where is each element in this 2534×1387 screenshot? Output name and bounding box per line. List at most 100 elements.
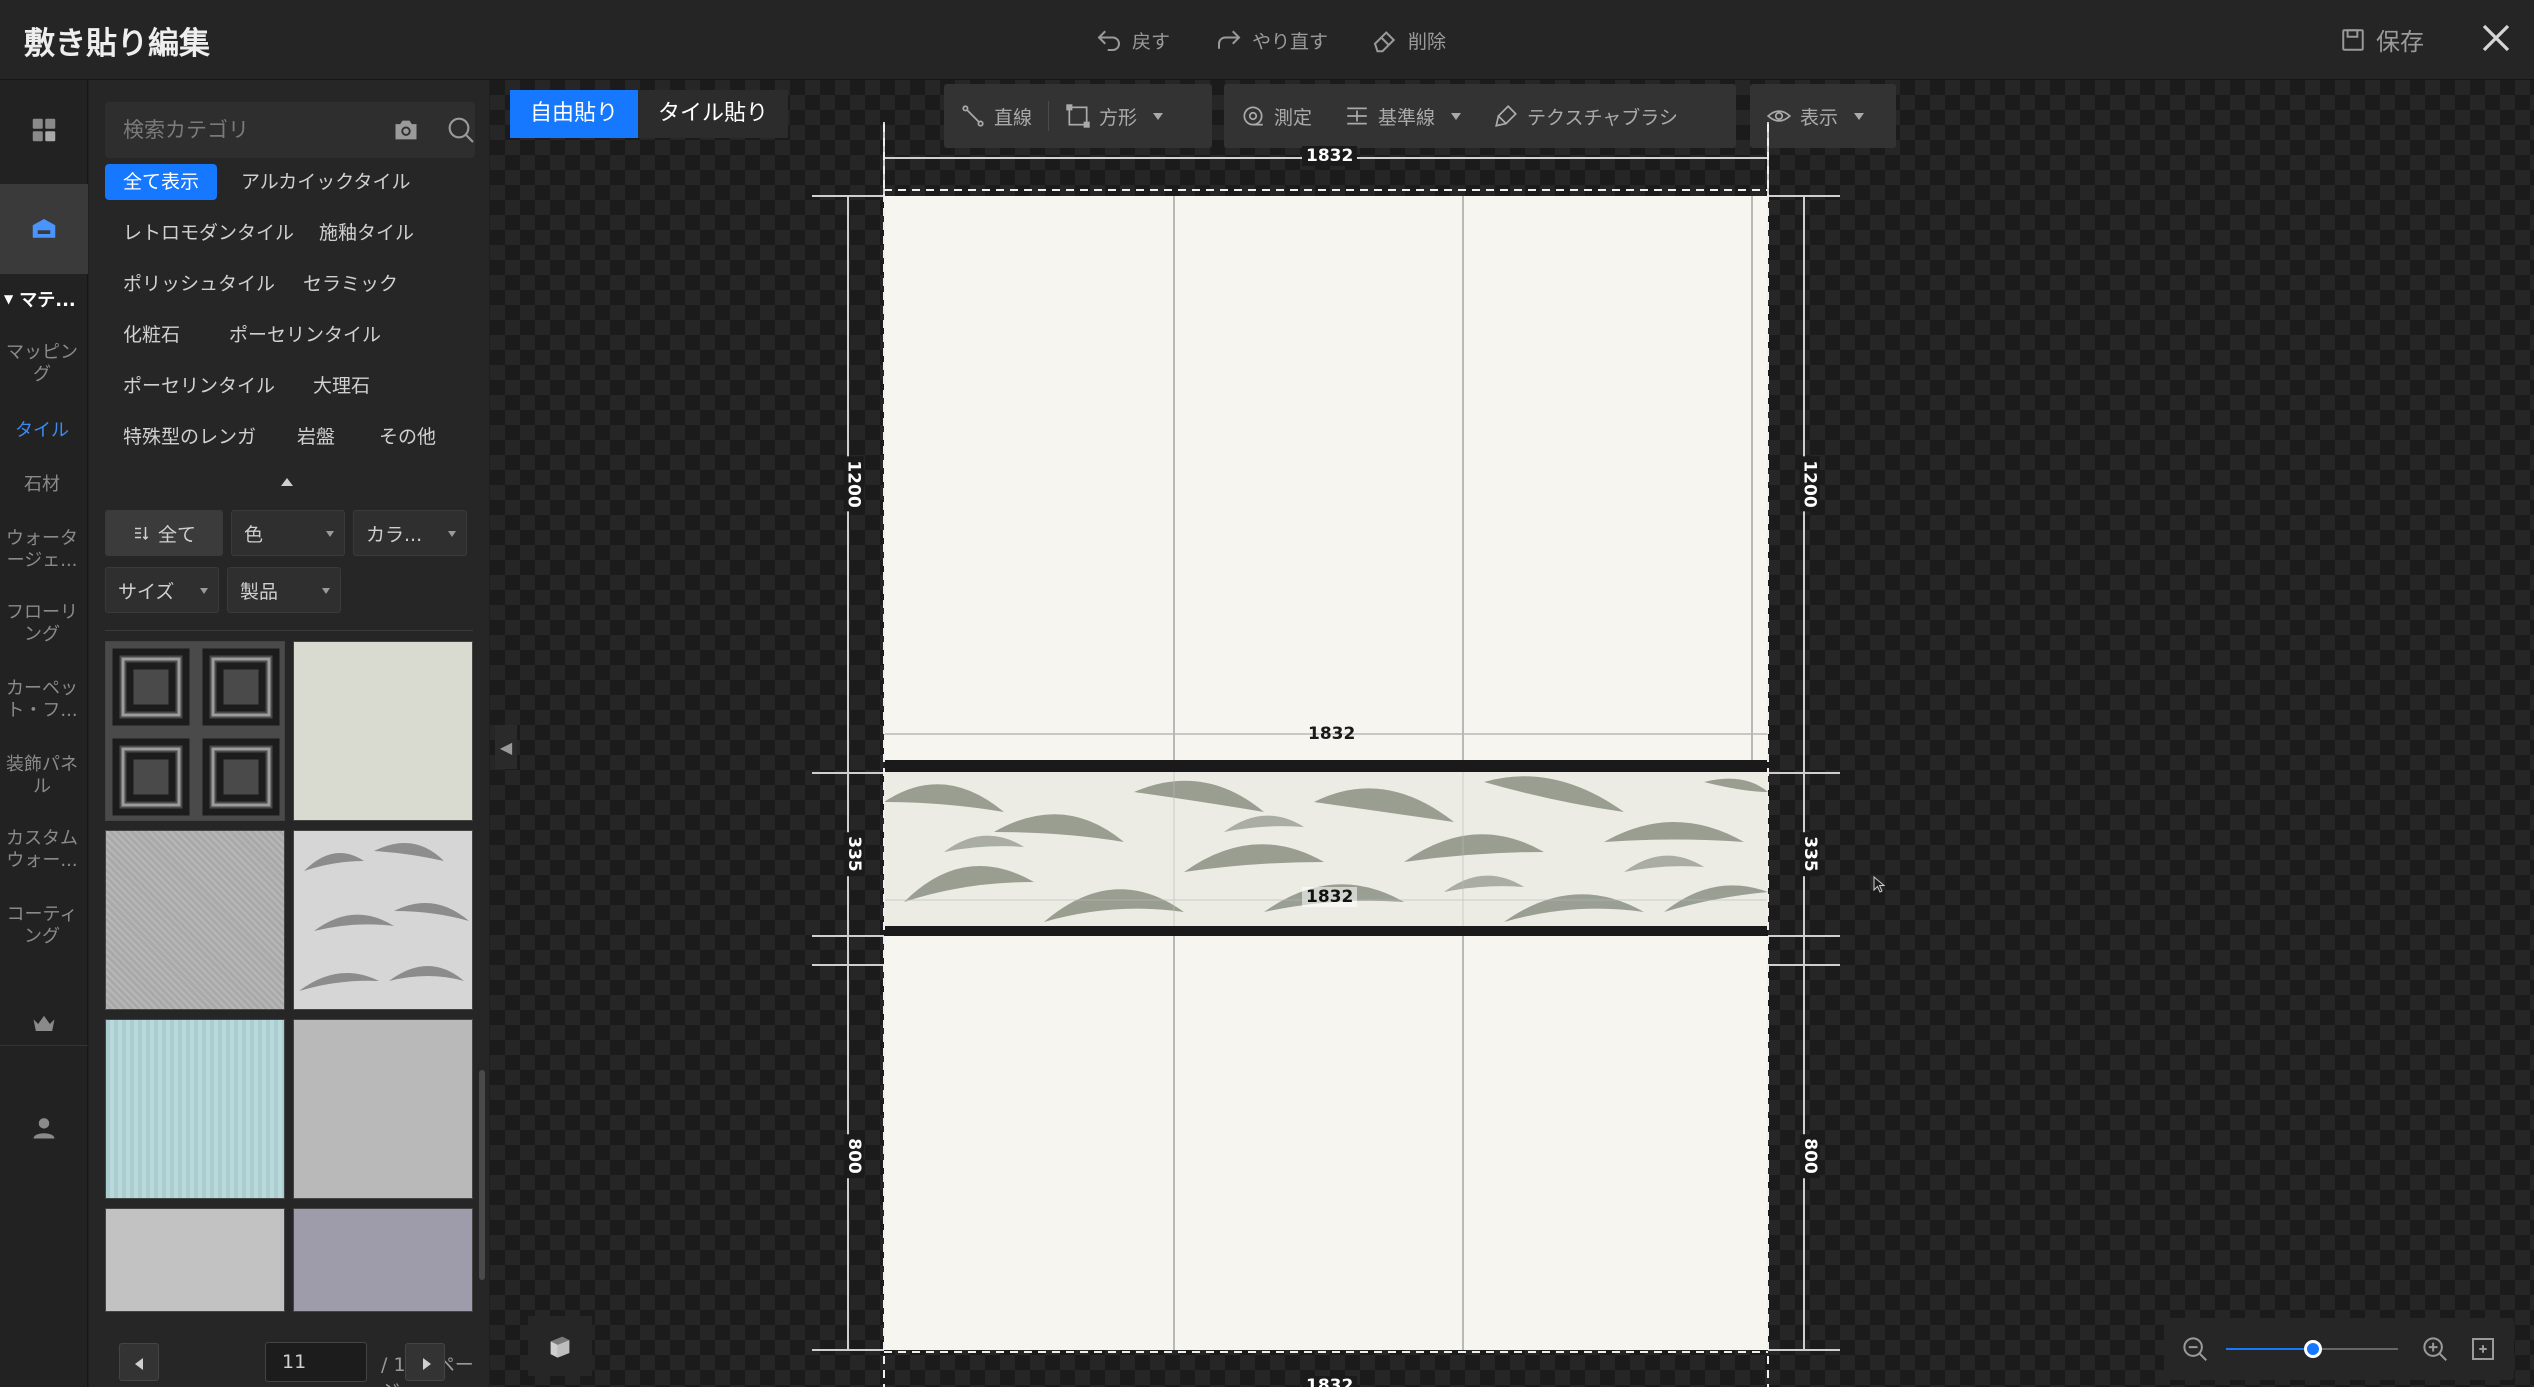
line-tool[interactable]: 直線 <box>944 84 1048 148</box>
user-icon[interactable] <box>20 1104 68 1152</box>
category-chip[interactable]: 化粧石 <box>105 317 198 353</box>
category-chip[interactable]: 特殊型のレンガ <box>105 419 274 455</box>
eye-icon <box>1766 110 1792 122</box>
material-thumbnail[interactable] <box>105 1019 285 1199</box>
chevron-down-icon <box>1854 112 1865 120</box>
zoom-control <box>2164 1318 2514 1380</box>
rect-tool-label: 方形 <box>1099 106 1138 129</box>
zoom-out-icon[interactable] <box>2180 1334 2210 1364</box>
chevron-down-icon <box>1451 112 1462 120</box>
app-root: 敷き貼り編集 戻す やり直す 削除 保存 ▼ マテ... マッピング タイル 石… <box>0 0 2534 1387</box>
rail-item-carpet[interactable]: カーペット・フ... <box>0 678 84 722</box>
redo-icon <box>1218 30 1241 49</box>
undo-icon <box>1097 30 1120 51</box>
tab-free-paving[interactable]: 自由貼り <box>510 90 639 138</box>
crown-icon[interactable] <box>20 1000 68 1048</box>
filter-all-button[interactable]: 全て <box>105 510 223 556</box>
material-thumbnail[interactable] <box>105 1208 285 1312</box>
category-rail: ▼ マテ... マッピング タイル 石材 ウォータージェ... フローリング カ… <box>0 80 88 1387</box>
collapse-panel-button[interactable]: ◀ <box>495 725 517 769</box>
baseline-icon <box>1347 107 1367 125</box>
chevron-down-icon <box>322 588 330 594</box>
filter-product-select[interactable]: 製品 <box>227 567 341 613</box>
texture-brush-tool[interactable]: テクスチャブラシ <box>1477 84 1694 148</box>
chevron-down-icon <box>448 531 456 537</box>
search-input[interactable] <box>105 102 345 158</box>
filter-size-select[interactable]: サイズ <box>105 567 219 613</box>
cube-icon <box>550 1336 570 1358</box>
material-thumbnail[interactable] <box>293 1019 473 1199</box>
close-icon[interactable] <box>2478 20 2514 56</box>
dimension-band-inner-width: 1832 <box>1302 887 1358 907</box>
rail-item-decor-panel[interactable]: 装飾パネル <box>0 754 84 798</box>
category-chip[interactable]: 岩盤 <box>279 419 353 455</box>
rail-item-waterjet[interactable]: ウォータージェ... <box>0 528 84 572</box>
material-thumbnail[interactable] <box>105 830 285 1010</box>
brush-icon <box>1495 105 1518 127</box>
category-chip[interactable]: セラミック <box>285 266 416 302</box>
category-chip[interactable]: ポーセリンタイル <box>211 317 399 353</box>
material-box-icon[interactable] <box>0 184 88 274</box>
dimension-bottom-width: 1832 <box>1302 1376 1358 1387</box>
camera-icon[interactable] <box>391 116 421 144</box>
rail-item-custom-wall[interactable]: カスタムウォー... <box>0 828 84 872</box>
view-3d-button[interactable] <box>528 1316 592 1376</box>
category-chip[interactable]: 施釉タイル <box>301 215 432 251</box>
layout-icon[interactable] <box>20 106 68 154</box>
measure-icon <box>1243 106 1263 126</box>
rail-item-tile[interactable]: タイル <box>0 420 84 442</box>
paving-mode-tabs: 自由貼り タイル貼り <box>510 90 789 138</box>
tile-area-top[interactable] <box>884 196 1768 760</box>
zoom-slider-handle[interactable] <box>2304 1340 2322 1358</box>
material-thumbnail[interactable] <box>293 1208 473 1312</box>
filter-color-select[interactable]: 色 <box>231 510 345 556</box>
chevron-down-icon <box>1153 112 1164 120</box>
fit-view-icon[interactable] <box>2468 1334 2498 1364</box>
view-toggle[interactable]: 表示 <box>1750 84 1880 148</box>
thumbnail-scrollbar[interactable] <box>479 1070 485 1280</box>
material-thumbnail[interactable] <box>293 830 473 1010</box>
undo-button[interactable]: 戻す <box>1094 22 1170 58</box>
draw-toolgroup: 直線 方形 <box>944 84 1212 148</box>
search-icon[interactable] <box>445 114 477 146</box>
material-thumbnail[interactable] <box>293 641 473 821</box>
material-section-header[interactable]: ▼ マテ... <box>4 286 76 312</box>
baseline-tool[interactable]: 基準線 <box>1328 84 1477 148</box>
material-section-label: マテ... <box>19 290 76 311</box>
filter-colorway-label: カラ... <box>366 523 423 546</box>
mouse-cursor-icon <box>1873 876 1886 893</box>
delete-button[interactable]: 削除 <box>1370 22 1446 58</box>
category-chip[interactable]: 大理石 <box>295 368 388 404</box>
zoom-in-icon[interactable] <box>2420 1334 2450 1364</box>
tab-tile-paving[interactable]: タイル貼り <box>638 90 789 138</box>
rail-item-mapping[interactable]: マッピング <box>0 342 84 386</box>
rail-item-coating[interactable]: コーティング <box>0 904 84 948</box>
page-number-input[interactable] <box>265 1342 367 1382</box>
material-thumbnail[interactable] <box>105 641 285 821</box>
category-chip[interactable]: その他 <box>361 419 454 455</box>
save-icon <box>2342 28 2364 51</box>
category-chip[interactable]: ポリッシュタイル <box>105 266 293 302</box>
rail-item-stone[interactable]: 石材 <box>0 474 84 496</box>
redo-button[interactable]: やり直す <box>1214 22 1328 58</box>
delete-label: 削除 <box>1408 30 1447 53</box>
category-chip-all[interactable]: 全て表示 <box>105 164 218 200</box>
save-button[interactable]: 保存 <box>2340 22 2424 57</box>
redo-label: やり直す <box>1252 30 1329 53</box>
category-chip[interactable]: レトロモダンタイル <box>105 215 312 251</box>
rect-tool[interactable]: 方形 <box>1049 84 1179 148</box>
search-box <box>105 102 475 158</box>
chevron-down-icon <box>200 588 208 594</box>
title-bar: 敷き貼り編集 戻す やり直す 削除 保存 <box>0 0 2534 80</box>
filter-colorway-select[interactable]: カラ... <box>353 510 467 556</box>
next-page-button[interactable] <box>405 1343 445 1381</box>
category-chip[interactable]: ポーセリンタイル <box>105 368 293 404</box>
tile-area-bottom[interactable] <box>884 936 1768 1350</box>
rail-item-flooring[interactable]: フローリング <box>0 602 84 646</box>
app-title: 敷き貼り編集 <box>24 26 210 62</box>
collapse-categories-icon[interactable] <box>281 478 293 486</box>
category-chip[interactable]: アルカイックタイル <box>223 164 428 200</box>
grout-band <box>884 926 1768 936</box>
prev-page-button[interactable] <box>119 1343 159 1381</box>
measure-tool[interactable]: 測定 <box>1224 84 1328 148</box>
